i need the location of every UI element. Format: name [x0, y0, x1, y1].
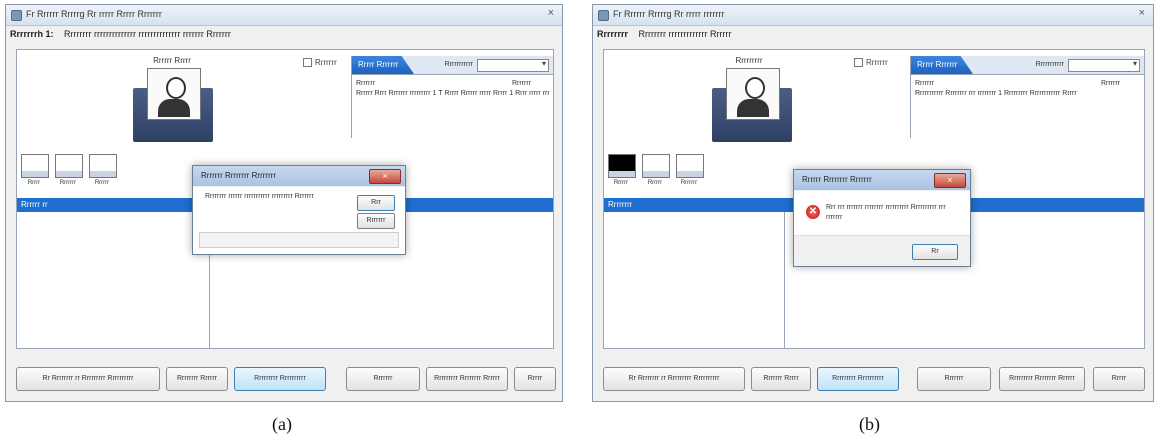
right-tabbar: Rrrrr Rrrrrrr Rrrrrrrrrrr	[911, 56, 1144, 75]
left-list[interactable]: Rrrrrr rr	[17, 198, 210, 348]
app-icon	[11, 10, 22, 21]
bottom-button-2[interactable]: Rrrrrrr Rrrrr	[751, 367, 811, 391]
table-row[interactable]: Rrrrrr Rrrr Rrrrrrr rrrrrrrrr 1 T Rrrrr …	[356, 90, 549, 97]
thumbnail-label: Rrrrrrr	[59, 180, 77, 186]
bottom-button-3[interactable]: Rrrrrrrrr Rrrrrrrrrr	[234, 367, 326, 391]
right-panel: Rrrrr Rrrrrrr Rrrrrrrrrrr Rrrrrrr Rrrrrr…	[910, 56, 1144, 138]
bottom-button-5[interactable]: Rrrrrrrrr Rrrrrrrr Rrrrrr	[999, 367, 1085, 391]
filter-select[interactable]	[1068, 59, 1140, 72]
thumbnail-strip: Rrrrrr Rrrrrr Rrrrrrr	[608, 154, 708, 194]
toolbar: Rrrrrrrh 1: Rrrrrrrr rrrrrrrrrrrrrr rrrr…	[10, 29, 558, 45]
dialog-body: ✕ Rrr rrr rrrrrrr rrrrrrrr rrrrrrrrrr Rr…	[794, 191, 970, 266]
thumbnail[interactable]	[55, 154, 83, 178]
title-bar: Fr Rrrrrr Rrrrrg Rr rrrrr Rrrrr Rrrrrrr …	[6, 5, 562, 26]
checkbox-label: Rrrrrrr	[315, 58, 337, 67]
checkbox-label: Rrrrrrr	[866, 58, 888, 67]
bottom-bar: Rr Rrrrrrrr rr Rrrrrrrrr Rrrrrrrrrr Rrrr…	[603, 367, 1145, 391]
bottom-button-5[interactable]: Rrrrrrrrr Rrrrrrrr Rrrrrr	[426, 367, 508, 391]
close-icon[interactable]: ×	[1139, 7, 1145, 19]
dialog-footer: Rr	[794, 235, 970, 266]
dialog-ok-button[interactable]: Rrr	[357, 195, 395, 211]
close-icon[interactable]: ×	[934, 173, 966, 188]
column-header: Rrrrrrr	[915, 80, 935, 87]
dialog-input[interactable]	[199, 232, 399, 248]
user-photo	[712, 68, 792, 142]
right-tabbar: Rrrrr Rrrrrrr Rrrrrrrrrrr	[352, 56, 553, 75]
toolbar-label: Rrrrrrrh 1:	[10, 29, 54, 39]
dialog-ok-button[interactable]: Rr	[912, 244, 958, 260]
panel-a: Fr Rrrrrr Rrrrrg Rr rrrrr Rrrrr Rrrrrrr …	[5, 4, 563, 402]
thumbnail[interactable]	[676, 154, 704, 178]
right-tab[interactable]: Rrrrr Rrrrrrr	[911, 56, 973, 74]
photo-caption: Rrrrrr Rrrrr	[153, 56, 191, 65]
app-window: Fr Rrrrrr Rrrrrg Rr rrrrr Rrrrr Rrrrrrr …	[5, 4, 563, 402]
dialog-message: Rrr rrr rrrrrrr rrrrrrrr rrrrrrrrrr Rrrr…	[826, 204, 946, 221]
confirm-dialog: Rrrrrrr Rrrrrrrr Rrrrrrrr × Rrrrrrrr rrr…	[192, 165, 406, 255]
thumbnail[interactable]	[21, 154, 49, 178]
window-title: Fr Rrrrrr Rrrrrg Rr rrrrr Rrrrr Rrrrrrr	[26, 9, 162, 19]
right-tab[interactable]: Rrrrr Rrrrrrr	[352, 56, 414, 74]
dialog-body: Rrrrrrrr rrrrrr rrrrrrrrrrr rrrrrrrrr Rr…	[193, 187, 405, 254]
user-photo	[133, 68, 213, 142]
checkbox-icon[interactable]	[303, 58, 312, 68]
dialog-cancel-button[interactable]: Rrrrrrr	[357, 213, 395, 229]
bottom-button-1[interactable]: Rr Rrrrrrrr rr Rrrrrrrrr Rrrrrrrrrr	[16, 367, 160, 391]
bottom-button-6[interactable]: Rrrrr	[1093, 367, 1145, 391]
toolbar-text: Rrrrrrrr rrrrrrrrrrrrr Rrrrrr	[638, 29, 732, 39]
thumbnail-label: Rrrrrr	[613, 180, 629, 186]
photo-checkbox[interactable]: Rrrrrrr	[854, 58, 888, 68]
left-list[interactable]: Rrrrrrrr	[604, 198, 785, 348]
column-header: Rrrrrrr	[356, 80, 376, 87]
window-title: Fr Rrrrrr Rrrrrg Rr rrrrr rrrrrrr	[613, 9, 725, 19]
thumbnail-strip: Rrrrr Rrrrrrr Rrrrrr	[21, 154, 121, 194]
close-icon[interactable]: ×	[369, 169, 401, 184]
select-label: Rrrrrrrrrrr	[444, 61, 473, 68]
column-header: Rrrrrrr	[512, 80, 532, 87]
checkbox-icon[interactable]	[854, 58, 863, 68]
title-bar: Fr Rrrrrr Rrrrrg Rr rrrrr rrrrrrr ×	[593, 5, 1153, 26]
thumbnail[interactable]	[89, 154, 117, 178]
photo-checkbox[interactable]: Rrrrrrr	[303, 58, 337, 68]
bottom-button-3[interactable]: Rrrrrrrrr Rrrrrrrrrr	[817, 367, 899, 391]
bottom-button-6[interactable]: Rrrrr	[514, 367, 556, 391]
thumbnail[interactable]	[642, 154, 670, 178]
app-window: Fr Rrrrrr Rrrrrg Rr rrrrr rrrrrrr × Rrrr…	[592, 4, 1154, 402]
toolbar-text: Rrrrrrrr rrrrrrrrrrrrrr rrrrrrrrrrrrrr r…	[64, 29, 231, 39]
thumbnail[interactable]	[608, 154, 636, 178]
close-icon[interactable]: ×	[548, 7, 554, 19]
bottom-button-4[interactable]: Rrrrrrr	[346, 367, 420, 391]
bottom-button-4[interactable]: Rrrrrrr	[917, 367, 991, 391]
thumbnail-label: Rrrrrr	[94, 180, 110, 186]
filter-select[interactable]	[477, 59, 549, 72]
right-panel: Rrrrr Rrrrrrr Rrrrrrrrrrr Rrrrrrr Rrrrrr…	[351, 56, 553, 138]
bottom-bar: Rr Rrrrrrrr rr Rrrrrrrrr Rrrrrrrrrr Rrrr…	[16, 367, 556, 391]
column-header: Rrrrrrr	[1101, 80, 1121, 87]
table-row[interactable]: Rrrrrrrrrrr Rrrrrrrr rrr rrrrrrrr 1 Rrrr…	[915, 90, 1140, 97]
caption-a: (a)	[272, 414, 292, 434]
left-list-header: Rrrrrrrr	[604, 198, 784, 212]
left-list-header: Rrrrrr rr	[17, 198, 209, 212]
thumbnail-label: Rrrrr	[27, 180, 41, 186]
panel-b: Fr Rrrrrr Rrrrrg Rr rrrrr rrrrrrr × Rrrr…	[592, 4, 1154, 402]
app-icon	[598, 10, 609, 21]
toolbar-label: Rrrrrrrr	[597, 29, 629, 39]
select-label: Rrrrrrrrrrr	[1035, 61, 1064, 68]
bottom-button-1[interactable]: Rr Rrrrrrrr rr Rrrrrrrrr Rrrrrrrrrr	[603, 367, 745, 391]
dialog-message: Rrrrrrrr rrrrrr rrrrrrrrrrr rrrrrrrrr Rr…	[205, 193, 314, 200]
error-dialog: Rrrrrr Rrrrrrrr Rrrrrrr × ✕ Rrr rrr rrrr…	[793, 169, 971, 267]
thumbnail-label: Rrrrrrr	[680, 180, 698, 186]
toolbar: Rrrrrrrr Rrrrrrrr rrrrrrrrrrrrr Rrrrrr	[597, 29, 1149, 45]
caption-b: (b)	[859, 414, 880, 434]
photo-caption: Rrrrrrrrr	[735, 56, 763, 65]
thumbnail-label: Rrrrrr	[647, 180, 663, 186]
bottom-button-2[interactable]: Rrrrrrrr Rrrrrr	[166, 367, 228, 391]
error-icon: ✕	[806, 205, 820, 219]
